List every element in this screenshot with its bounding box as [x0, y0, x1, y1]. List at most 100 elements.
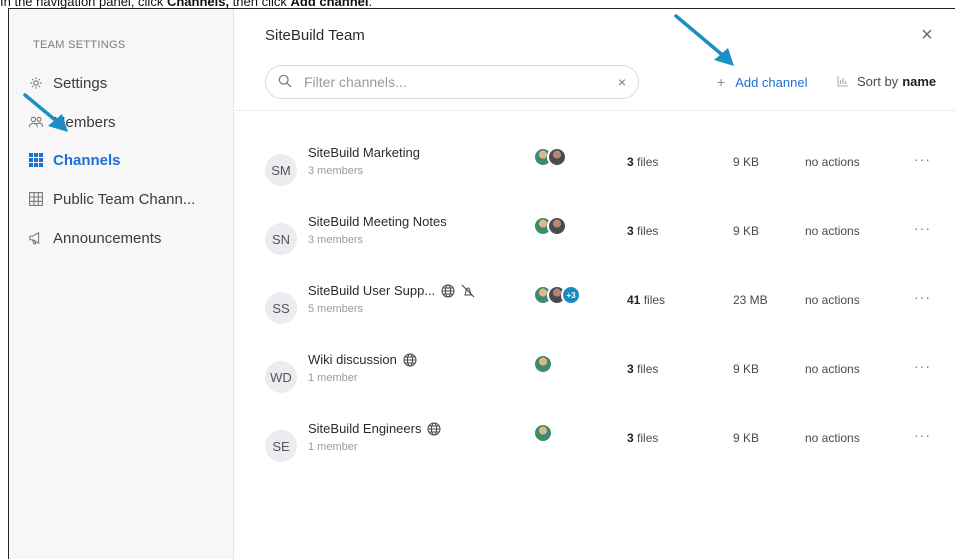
channel-size: 9 KB: [733, 431, 760, 445]
main-panel: SiteBuild Team × × + Add channel Sort by…: [235, 9, 955, 559]
channel-files: 41 files: [627, 293, 665, 307]
member-avatar: [547, 147, 567, 167]
grid-icon: [27, 151, 45, 169]
files-label: files: [633, 224, 659, 238]
table-row[interactable]: SM SiteBuild Marketing 3 members 3 files 9 K…: [235, 139, 955, 199]
channel-name-text: SiteBuild User Supp...: [308, 283, 436, 298]
sidebar-item-channels[interactable]: Channels: [27, 148, 121, 172]
member-avatars: [533, 423, 553, 447]
channel-size: 9 KB: [733, 224, 760, 238]
channel-files: 3 files: [627, 224, 658, 238]
team-settings-dialog: TEAM SETTINGS Settings Members Channels …: [8, 8, 955, 559]
channel-actions: no actions: [805, 362, 860, 376]
sidebar-item-public-team-channels[interactable]: Public Team Chann...: [27, 187, 195, 211]
channel-member-count: 5 members: [308, 303, 364, 315]
table-row[interactable]: SN SiteBuild Meeting Notes 3 members 3 file…: [235, 208, 955, 268]
sidebar-item-label: Members: [53, 113, 116, 131]
search-icon: [278, 74, 294, 90]
page-title: SiteBuild Team: [265, 27, 365, 44]
table-row[interactable]: SE SiteBuild Engineers 1 member 3 files 9 KB…: [235, 415, 955, 475]
channel-size: 9 KB: [733, 155, 760, 169]
search-input[interactable]: [304, 74, 618, 90]
channel-name-text: SiteBuild Engineers: [308, 421, 422, 436]
muted-icon: [461, 284, 475, 298]
channel-actions: no actions: [805, 224, 860, 238]
member-avatars: +3: [533, 285, 581, 309]
globe-icon: [427, 422, 441, 436]
member-avatar: [533, 423, 553, 443]
channel-size: 23 MB: [733, 293, 768, 307]
globe-icon: [441, 284, 455, 298]
table-row[interactable]: SS SiteBuild User Supp... 5 members +3 41 fi…: [235, 277, 955, 337]
more-options-button[interactable]: ···: [914, 220, 931, 236]
channel-member-count: 3 members: [308, 234, 364, 246]
sidebar-item-label: Settings: [53, 74, 108, 92]
more-members-badge: +3: [561, 285, 581, 305]
channel-name[interactable]: SiteBuild Meeting Notes: [308, 214, 447, 229]
channel-avatar: SM: [265, 154, 297, 186]
close-button[interactable]: ×: [917, 23, 937, 46]
close-icon: ×: [921, 23, 933, 46]
sidebar-item-label: Announcements: [53, 229, 162, 247]
clear-search-button[interactable]: ×: [618, 74, 626, 90]
table-row[interactable]: WD Wiki discussion 1 member 3 files 9 KB no a…: [235, 346, 955, 406]
files-count: 3: [627, 155, 634, 169]
megaphone-icon: [27, 229, 45, 247]
sort-by-label: Sort by: [857, 74, 899, 89]
globe-icon: [403, 353, 417, 367]
channel-avatar: SS: [265, 292, 297, 324]
more-options-button[interactable]: ···: [914, 427, 931, 443]
navigation-panel: TEAM SETTINGS Settings Members Channels …: [9, 9, 234, 559]
sort-by-button[interactable]: Sort by name: [837, 74, 936, 89]
channel-files: 3 files: [627, 155, 658, 169]
more-options-button[interactable]: ···: [914, 358, 931, 374]
sidebar-item-settings[interactable]: Settings: [27, 71, 107, 95]
channel-name[interactable]: Wiki discussion: [308, 352, 417, 367]
channel-size: 9 KB: [733, 362, 760, 376]
files-label: files: [633, 155, 659, 169]
sidebar-item-announcements[interactable]: Announcements: [27, 226, 161, 250]
channel-files: 3 files: [627, 362, 658, 376]
channel-member-count: 3 members: [308, 165, 364, 177]
sidebar-item-label: Channels: [53, 151, 121, 169]
sidebar-title: TEAM SETTINGS: [33, 39, 126, 51]
files-label: files: [633, 431, 659, 445]
channel-avatar: SN: [265, 223, 297, 255]
channel-name[interactable]: SiteBuild Engineers: [308, 421, 441, 436]
channel-avatar: WD: [265, 361, 297, 393]
channel-files: 3 files: [627, 431, 658, 445]
files-count: 3: [627, 224, 634, 238]
member-avatar: [547, 216, 567, 236]
channel-name-text: Wiki discussion: [308, 352, 397, 367]
channel-name[interactable]: SiteBuild Marketing: [308, 145, 420, 160]
channel-name-text: SiteBuild Meeting Notes: [308, 214, 447, 229]
member-avatars: [533, 354, 553, 378]
sidebar-item-label: Public Team Chann...: [53, 190, 196, 208]
files-count: 3: [627, 431, 634, 445]
channel-actions: no actions: [805, 431, 860, 445]
channel-name[interactable]: SiteBuild User Supp...: [308, 283, 475, 298]
channel-actions: no actions: [805, 155, 860, 169]
more-options-button[interactable]: ···: [914, 289, 931, 305]
more-options-button[interactable]: ···: [914, 151, 931, 167]
header-divider: [235, 110, 955, 111]
table-icon: [27, 190, 45, 208]
files-label: files: [640, 293, 666, 307]
files-count: 41: [627, 293, 641, 307]
member-avatar: [533, 354, 553, 374]
plus-icon: +: [717, 74, 726, 90]
add-channel-button[interactable]: + Add channel: [717, 74, 807, 90]
members-icon: [27, 113, 45, 131]
files-label: files: [633, 362, 659, 376]
channel-actions: no actions: [805, 293, 860, 307]
sidebar-item-members[interactable]: Members: [27, 110, 116, 134]
channel-name-text: SiteBuild Marketing: [308, 145, 420, 160]
sort-by-value: name: [902, 74, 937, 89]
add-channel-label: Add channel: [735, 74, 808, 90]
filter-channels-search[interactable]: ×: [265, 65, 639, 99]
gear-icon: [27, 74, 45, 92]
files-count: 3: [627, 362, 634, 376]
member-avatars: [533, 147, 567, 171]
channel-member-count: 1 member: [308, 441, 358, 453]
channel-avatar: SE: [265, 430, 297, 462]
